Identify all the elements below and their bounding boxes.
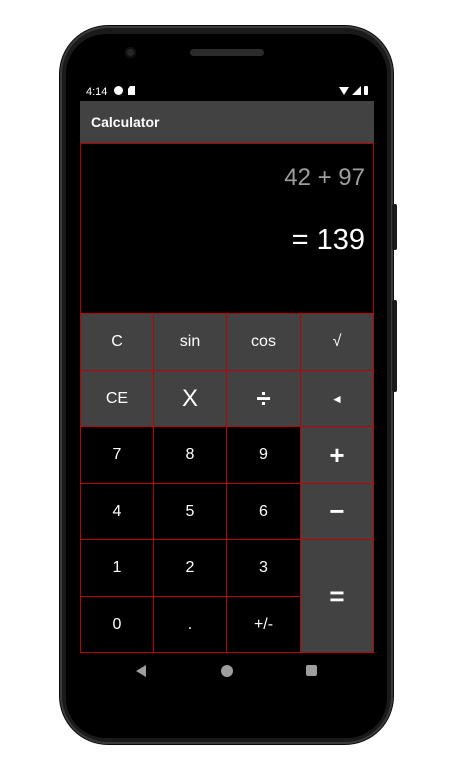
minus-button[interactable]: − <box>300 483 374 540</box>
digit-6-button[interactable]: 6 <box>226 483 301 540</box>
home-icon[interactable] <box>221 665 233 677</box>
calculator-display: 42 + 97 = 139 <box>80 143 374 314</box>
system-nav-bar <box>80 655 374 687</box>
clear-entry-button[interactable]: CE <box>80 370 154 427</box>
power-button <box>392 204 397 250</box>
divide-button[interactable]: ÷ <box>226 370 301 427</box>
front-camera <box>125 47 136 58</box>
digit-4-button[interactable]: 4 <box>80 483 154 540</box>
digit-3-button[interactable]: 3 <box>226 539 301 597</box>
app-bar: Calculator <box>80 101 374 143</box>
app-title: Calculator <box>91 114 160 130</box>
status-right-icons <box>339 86 368 95</box>
signal-icon <box>352 86 361 95</box>
expression-text: 42 + 97 <box>284 164 365 191</box>
battery-icon <box>364 86 368 95</box>
digit-0-button[interactable]: 0 <box>80 596 154 653</box>
cos-button[interactable]: cos <box>226 313 301 371</box>
recents-icon[interactable] <box>306 665 317 676</box>
sqrt-button[interactable]: √ <box>300 313 374 371</box>
volume-button <box>392 300 397 392</box>
sd-card-icon <box>128 86 135 95</box>
digit-1-button[interactable]: 1 <box>80 539 154 597</box>
result-text: = 139 <box>291 224 365 256</box>
negate-button[interactable]: +/- <box>226 596 301 653</box>
keypad: C sin cos √ CE X ÷ ◄ 7 8 9 + 4 5 6 − 1 2… <box>80 313 374 653</box>
digit-9-button[interactable]: 9 <box>226 426 301 484</box>
digit-8-button[interactable]: 8 <box>153 426 227 484</box>
digit-5-button[interactable]: 5 <box>153 483 227 540</box>
wifi-icon <box>339 86 349 95</box>
digit-7-button[interactable]: 7 <box>80 426 154 484</box>
decimal-button[interactable]: . <box>153 596 227 653</box>
status-left-icons <box>114 86 135 95</box>
sin-button[interactable]: sin <box>153 313 227 371</box>
equals-button[interactable]: = <box>300 539 374 653</box>
earpiece-speaker <box>190 49 264 56</box>
status-bar: 4:14 <box>80 83 374 101</box>
plus-button[interactable]: + <box>300 426 374 484</box>
multiply-button[interactable]: X <box>153 370 227 427</box>
back-icon[interactable] <box>136 665 146 677</box>
nav-app-icon <box>114 86 123 95</box>
digit-2-button[interactable]: 2 <box>153 539 227 597</box>
status-time: 4:14 <box>86 86 108 98</box>
clear-button[interactable]: C <box>80 313 154 371</box>
backspace-button[interactable]: ◄ <box>300 370 374 427</box>
